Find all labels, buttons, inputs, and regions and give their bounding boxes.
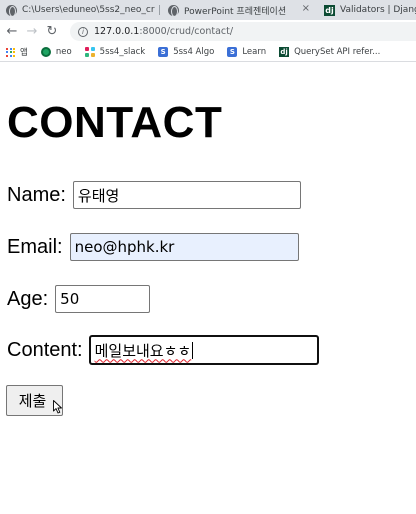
reload-icon[interactable]: ↻: [42, 22, 62, 42]
info-icon[interactable]: i: [78, 26, 88, 37]
neo-icon: [40, 47, 51, 57]
age-label: Age:: [7, 288, 49, 310]
django-icon: dj: [324, 4, 335, 16]
url-text[interactable]: 127.0.0.1:8000/crud/contact/: [94, 26, 233, 37]
s-icon: S: [158, 47, 169, 57]
name-input[interactable]: 유태영: [72, 181, 301, 209]
bookmark-label: neo: [55, 47, 72, 57]
age-input[interactable]: 50: [55, 285, 151, 313]
content-input[interactable]: 메일보내요ㅎㅎ: [89, 336, 318, 364]
slack-icon: [84, 47, 95, 57]
back-arrow-icon[interactable]: ←: [2, 22, 22, 42]
forward-arrow-icon[interactable]: →: [22, 22, 42, 42]
globe-icon: [168, 4, 179, 17]
content-label: Content:: [7, 339, 83, 361]
browser-toolbar: ← → ↻ i 127.0.0.1:8000/crud/contact/: [0, 20, 416, 43]
bookmarks-bar: 앱 neo 5ss4_slack S 5ss4 Algo S Learn dj …: [0, 43, 416, 62]
close-tab-icon[interactable]: ×: [302, 3, 310, 14]
content-row: Content: 메일보내요ㅎㅎ: [7, 336, 318, 364]
name-row: Name: 유태영: [7, 181, 301, 209]
tab-title: C:\Users\eduneo\5ss2_neo_cr: [22, 5, 155, 15]
bookmark-algo[interactable]: S 5ss4 Algo: [158, 47, 214, 57]
email-row: Email: neo@hphk.kr: [7, 233, 299, 261]
globe-icon: [6, 4, 17, 17]
tab-title: Validators | Django d: [340, 5, 416, 15]
bookmark-label: QuerySet API refer...: [294, 47, 381, 57]
browser-tab-validators[interactable]: dj Validators | Django d: [318, 0, 416, 20]
bookmark-label: 5ss4_slack: [99, 47, 146, 57]
tab-strip: C:\Users\eduneo\5ss2_neo_cr PowerPoint 프…: [0, 0, 416, 20]
url-host: 127.0.0.1: [94, 26, 140, 37]
mouse-pointer-icon: [53, 400, 62, 414]
tab-title: PowerPoint 프레젠테이션: [184, 6, 287, 17]
bookmark-label: 앱: [20, 48, 28, 58]
s-icon: S: [227, 47, 238, 57]
bookmark-slack[interactable]: 5ss4_slack: [84, 47, 146, 57]
bookmark-label: 5ss4 Algo: [173, 47, 215, 57]
browser-tab-file[interactable]: C:\Users\eduneo\5ss2_neo_cr: [0, 0, 160, 20]
text-caret: [192, 341, 194, 359]
page-content: CONTACT Name: 유태영 Email: neo@hphk.kr Age…: [0, 63, 416, 514]
address-bar[interactable]: i 127.0.0.1:8000/crud/contact/: [70, 22, 416, 41]
bookmark-queryset[interactable]: dj QuerySet API refer...: [279, 47, 380, 57]
email-input[interactable]: neo@hphk.kr: [69, 233, 299, 261]
page-title: CONTACT: [7, 98, 223, 147]
apps-grid-icon: [6, 47, 15, 57]
tab-divider: [159, 5, 160, 15]
content-input-value: 메일보내요ㅎㅎ: [94, 341, 192, 360]
bookmark-apps[interactable]: 앱: [6, 46, 28, 58]
bookmark-label: Learn: [242, 47, 267, 57]
bookmark-learn[interactable]: S Learn: [227, 47, 266, 57]
django-icon: dj: [279, 47, 290, 57]
browser-tab-powerpoint[interactable]: PowerPoint 프레젠테이션 ×: [162, 0, 316, 20]
url-path: :8000/crud/contact/: [139, 26, 234, 37]
bookmark-neo[interactable]: neo: [40, 47, 72, 57]
age-row: Age: 50: [7, 285, 151, 313]
email-label: Email:: [7, 236, 63, 258]
name-label: Name:: [7, 184, 66, 206]
